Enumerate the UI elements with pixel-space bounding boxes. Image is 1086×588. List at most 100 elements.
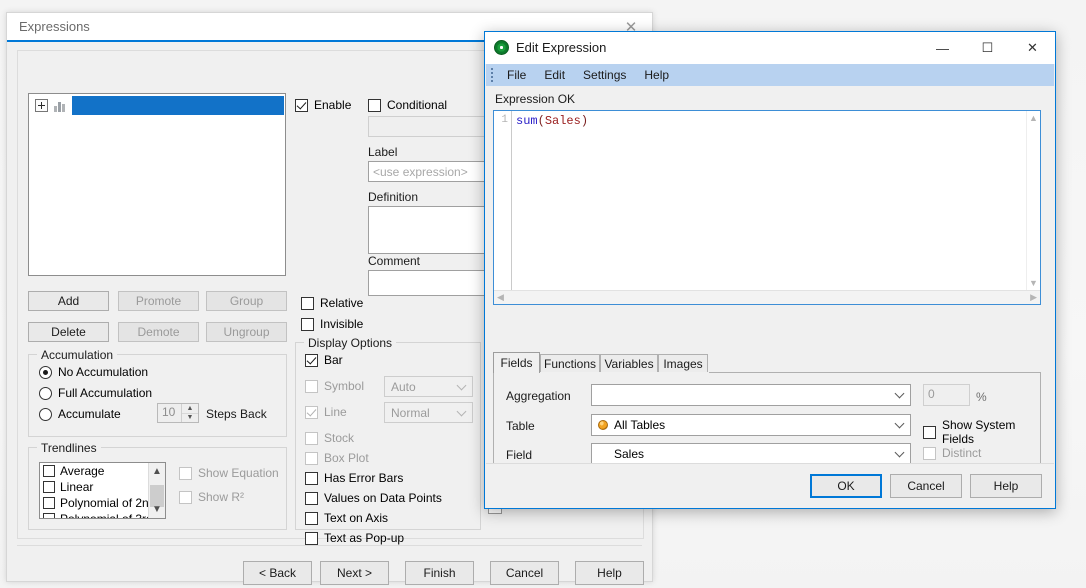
field-combo[interactable]: Sales	[591, 443, 911, 465]
table-combo[interactable]: All Tables	[591, 414, 911, 436]
ungroup-button[interactable]: Ungroup	[206, 322, 287, 342]
chevron-down-icon	[894, 447, 905, 458]
back-button[interactable]: < Back	[243, 561, 312, 585]
checkbox-indicator	[305, 353, 318, 367]
checkbox-label: Stock	[324, 431, 355, 445]
close-icon[interactable]: ✕	[1010, 32, 1055, 64]
expression-code[interactable]: sum(Sales)	[516, 114, 1024, 128]
show-system-fields-checkbox[interactable]: Show System Fields	[923, 418, 1040, 446]
menu-help[interactable]: Help	[635, 64, 678, 86]
menu-edit[interactable]: Edit	[535, 64, 574, 86]
symbol-checkbox[interactable]: Symbol	[305, 379, 364, 393]
checkbox-indicator	[305, 491, 318, 505]
stock-checkbox[interactable]: Stock	[305, 431, 354, 445]
stepper-down-icon[interactable]: ▼	[182, 414, 198, 423]
list-item[interactable]: Polynomial of 2nd d	[40, 495, 165, 511]
scroll-up-icon[interactable]: ▲	[149, 463, 165, 480]
maximize-icon[interactable]: ☐	[965, 32, 1010, 64]
accumulation-group: Accumulation No Accumulation Full Accumu…	[28, 348, 287, 437]
line-checkbox[interactable]: Line	[305, 405, 347, 419]
checkbox-indicator	[368, 98, 381, 112]
list-item[interactable]: Linear	[40, 479, 148, 495]
symbol-combo[interactable]: Auto	[384, 376, 473, 397]
conditional-checkbox[interactable]: Conditional	[368, 98, 447, 112]
chevron-down-icon	[894, 418, 905, 429]
expression-editor[interactable]: 1 sum(Sales) ▲ ▼ ◀ ▶	[493, 110, 1041, 305]
enable-checkbox[interactable]: Enable	[295, 98, 351, 112]
checkbox-indicator[interactable]	[43, 465, 55, 477]
steps-back-stepper[interactable]: 10 ▲ ▼	[157, 403, 199, 423]
editor-horizontal-scrollbar[interactable]: ◀ ▶	[494, 290, 1040, 304]
display-options-legend: Display Options	[304, 336, 397, 350]
invisible-checkbox[interactable]: Invisible	[301, 317, 363, 331]
list-item-label: Average	[60, 464, 105, 478]
scroll-right-icon[interactable]: ▶	[1030, 292, 1037, 303]
tab-variables[interactable]: Variables	[600, 354, 658, 372]
checkbox-indicator	[179, 490, 192, 504]
demote-button[interactable]: Demote	[118, 322, 199, 342]
bar-checkbox[interactable]: Bar	[305, 353, 343, 367]
checkbox-label: Line	[324, 405, 347, 419]
radio-no-accumulation[interactable]: No Accumulation	[39, 365, 148, 379]
aggregation-combo[interactable]	[591, 384, 911, 406]
checkbox-indicator[interactable]	[43, 481, 55, 493]
has-error-bars-checkbox[interactable]: Has Error Bars	[305, 471, 403, 485]
tab-top-border	[709, 372, 1040, 373]
tab-images[interactable]: Images	[658, 354, 708, 372]
box-plot-checkbox[interactable]: Box Plot	[305, 451, 369, 465]
show-r2-checkbox[interactable]: Show R²	[179, 490, 244, 504]
finish-button[interactable]: Finish	[405, 561, 474, 585]
line-combo-value: Normal	[391, 405, 430, 420]
ok-button[interactable]: OK	[810, 474, 882, 498]
line-number-gutter: 1	[494, 111, 512, 304]
checkbox-indicator[interactable]	[43, 513, 55, 518]
screen-root: Expressions ✕ Add Promote Group Delete D…	[0, 0, 1086, 588]
delete-button[interactable]: Delete	[28, 322, 109, 342]
stepper-up-icon[interactable]: ▲	[182, 404, 198, 414]
radio-accumulate[interactable]: Accumulate	[39, 407, 121, 421]
dialog-cancel-button[interactable]: Cancel	[890, 474, 962, 498]
plus-expander-icon[interactable]	[35, 99, 48, 112]
add-button[interactable]: Add	[28, 291, 109, 311]
list-item[interactable]: Average	[40, 463, 148, 479]
tab-fields[interactable]: Fields	[493, 352, 540, 373]
tree-row[interactable]	[31, 96, 284, 115]
checkbox-indicator	[305, 405, 318, 419]
wizard-cancel-button[interactable]: Cancel	[490, 561, 559, 585]
editor-vertical-scrollbar[interactable]: ▲ ▼	[1026, 111, 1040, 290]
text-as-popup-checkbox[interactable]: Text as Pop-up	[305, 531, 404, 545]
group-button[interactable]: Group	[206, 291, 287, 311]
next-button[interactable]: Next >	[320, 561, 389, 585]
tree-item-label[interactable]	[72, 96, 284, 115]
qlikview-green-circle-icon	[494, 40, 509, 55]
radio-full-accumulation[interactable]: Full Accumulation	[39, 386, 152, 400]
checkbox-indicator[interactable]	[43, 497, 55, 509]
menu-settings[interactable]: Settings	[574, 64, 635, 86]
tab-functions[interactable]: Functions	[540, 354, 600, 372]
list-item[interactable]: Polynomial of 3rd d	[40, 511, 163, 518]
promote-button[interactable]: Promote	[118, 291, 199, 311]
wizard-help-button[interactable]: Help	[575, 561, 644, 585]
trendlines-list[interactable]: Average Linear Polynomial of 2nd d Polyn…	[39, 462, 166, 519]
scroll-down-icon[interactable]: ▼	[149, 501, 165, 518]
text-on-axis-checkbox[interactable]: Text on Axis	[305, 511, 388, 525]
percent-input[interactable]: 0	[923, 384, 970, 406]
menu-file[interactable]: File	[498, 64, 535, 86]
stepper-arrows[interactable]: ▲ ▼	[181, 404, 198, 422]
scroll-left-icon[interactable]: ◀	[497, 292, 504, 303]
values-on-data-points-checkbox[interactable]: Values on Data Points	[305, 491, 442, 505]
scroll-down-icon[interactable]: ▼	[1027, 276, 1040, 290]
scroll-up-icon[interactable]: ▲	[1027, 111, 1040, 125]
trendlines-scrollbar[interactable]: ▲ ▼	[148, 463, 165, 518]
menu-grip-icon[interactable]	[486, 64, 498, 86]
distinct-checkbox[interactable]: Distinct	[923, 446, 981, 460]
steps-back-value[interactable]: 10	[158, 404, 181, 422]
dialog-help-button[interactable]: Help	[970, 474, 1042, 498]
expressions-tree[interactable]	[28, 93, 286, 276]
show-equation-checkbox[interactable]: Show Equation	[179, 466, 279, 480]
minimize-icon[interactable]: —	[920, 32, 965, 64]
relative-checkbox[interactable]: Relative	[301, 296, 363, 310]
line-combo[interactable]: Normal	[384, 402, 473, 423]
checkbox-indicator	[305, 471, 318, 485]
radio-indicator	[39, 407, 52, 421]
